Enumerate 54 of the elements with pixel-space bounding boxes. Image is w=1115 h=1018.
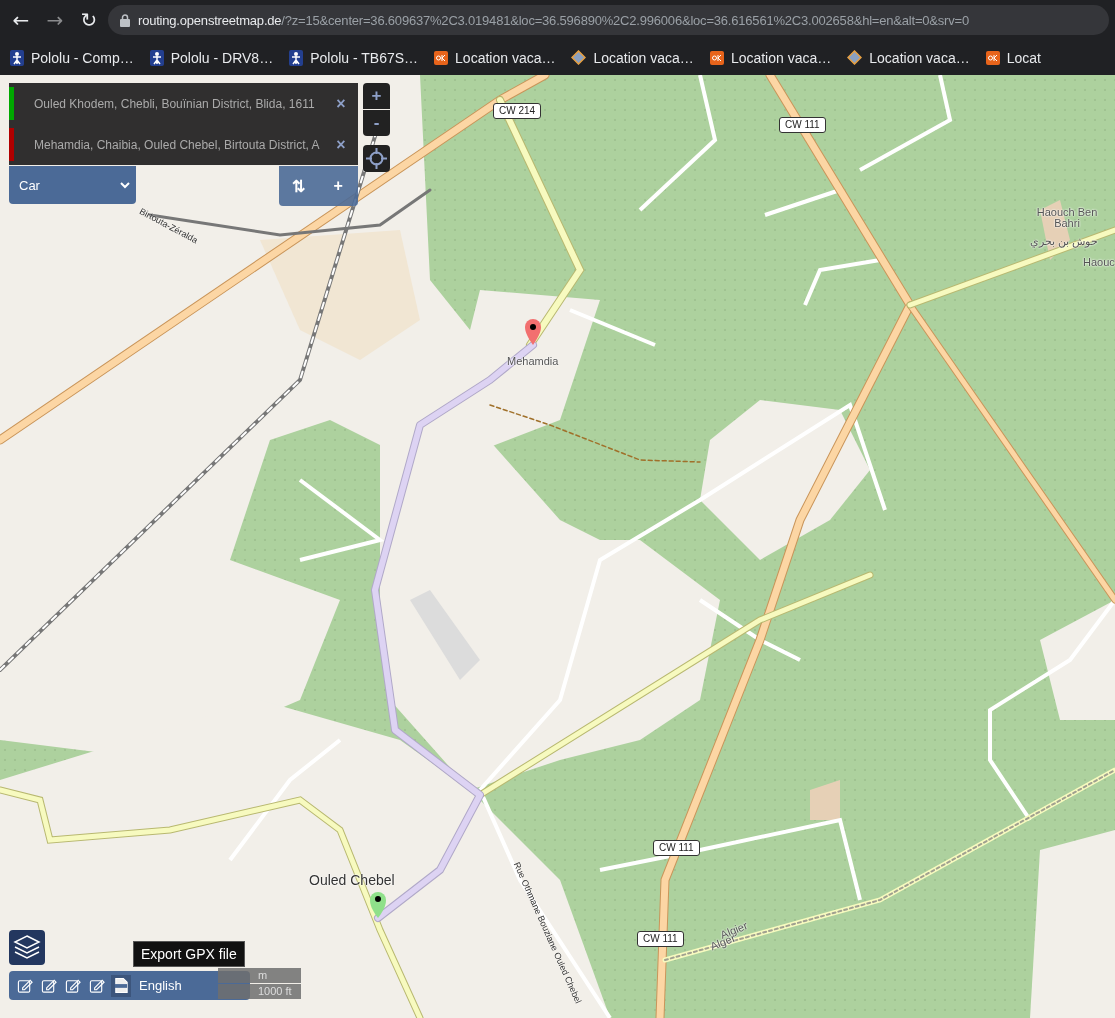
back-button[interactable]: ← [6,5,36,35]
map-pin-icon[interactable] [370,892,386,918]
scale-label: m [218,968,301,983]
figure-icon [289,49,304,66]
file-icon [113,977,129,994]
place-label: Haouc [1083,257,1115,268]
layers-icon [13,934,41,961]
ok-icon [434,50,449,65]
ok-icon [985,50,1000,65]
language-label[interactable]: English [139,978,182,993]
bookmark[interactable]: Pololu - DRV8… [149,49,274,66]
bookmark[interactable]: Location vaca… [709,49,832,66]
tooltip: Export GPX file [133,941,245,967]
road-shield: CW 214 [493,103,542,119]
lock-icon [120,13,130,27]
bookmark[interactable]: Location vaca… [571,49,694,66]
zoom-out-button[interactable]: - [363,110,390,136]
layers-button[interactable] [9,930,45,965]
waypoint-input[interactable]: Ouled Khodem, Chebli, Bouïnian District, Blida, 1611 [14,96,324,111]
bookmark[interactable]: Pololu - Comp… [10,49,134,66]
crosshair-icon [366,148,387,169]
road-shield: CW 111 [653,840,700,856]
pencil-icon [17,977,33,994]
locate-button[interactable] [363,145,390,172]
remove-button[interactable]: × [324,93,358,114]
bookmark[interactable]: Locat [985,49,1041,66]
place-label: Haouch Ben Bahri [1035,207,1099,229]
ok-icon [709,50,724,65]
remove-button[interactable]: × [324,134,358,155]
building [810,780,840,820]
zoom-in-button[interactable]: + [363,83,390,109]
diamond-icon [571,50,587,65]
reverse-button[interactable]: ⇅ [279,166,319,206]
road-shield: CW 111 [637,931,684,947]
bookmark[interactable]: Pololu - TB67S… [289,49,419,66]
place-label: Mehamdia [507,356,559,367]
forward-button[interactable]: → [40,5,70,35]
add-waypoint-button[interactable]: + [318,166,358,206]
chevron-down-icon [120,181,130,189]
bookmark[interactable]: Location vaca… [434,49,556,66]
place-label: حوش بن بحري [1030,236,1099,247]
map-pin-icon[interactable] [525,319,541,345]
profile-select[interactable]: Car [9,166,136,204]
town-label: Ouled Chebel [309,873,395,887]
bookmark[interactable]: Location vaca… [847,49,970,66]
waypoint-input[interactable]: Mehamdia, Chaibia, Ouled Chebel, Birtouta District, A [14,137,324,152]
diamond-icon [847,50,863,65]
figure-icon [149,49,164,66]
scale-label: 1000 ft [218,984,301,999]
figure-icon [10,49,24,66]
gpx-button[interactable] [111,974,131,997]
address-bar[interactable]: routing.openstreetmap.de/?z=15&center=36.609637%2C3.019481&loc=36.596890%2C2.996006&loc=36.616561%2C3.002658&hl=en&alt=0&srv=0 [108,5,1109,35]
reload-button[interactable]: ↻ [74,5,104,35]
road-shield: CW 111 [779,117,826,133]
